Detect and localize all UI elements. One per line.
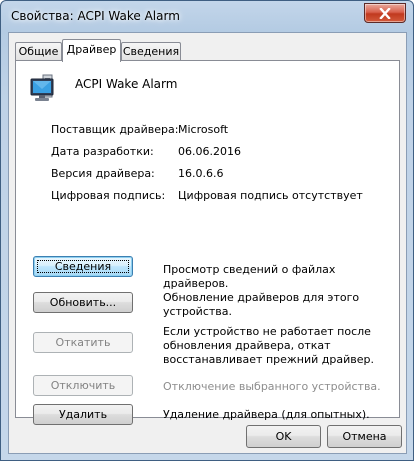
dialog-client-area: Общие Драйвер Сведения ACPI Wake Alarm П…	[8, 32, 407, 454]
disable-button-label: Отключить	[50, 379, 116, 392]
tab-details-label: Сведения	[122, 45, 180, 58]
driver-tab-panel: ACPI Wake Alarm Поставщик драйвера: Micr…	[15, 60, 400, 425]
uninstall-button[interactable]: Удалить	[33, 404, 133, 425]
version-label: Версия драйвера:	[51, 167, 155, 180]
close-icon	[379, 7, 391, 19]
provider-value: Microsoft	[178, 123, 229, 136]
signature-label: Цифровая подпись:	[51, 189, 166, 202]
focus-ring	[37, 260, 129, 273]
date-label: Дата разработки:	[51, 145, 154, 158]
roll-back-button[interactable]: Откатить	[33, 332, 133, 353]
ok-button-label: OK	[275, 430, 292, 443]
cancel-button-label: Отмена	[342, 430, 387, 443]
disable-button[interactable]: Отключить	[33, 375, 133, 396]
roll-back-description: Если устройство не работает после обновл…	[163, 325, 374, 366]
tab-driver-label: Драйвер	[66, 43, 117, 56]
cancel-button[interactable]: Отмена	[327, 425, 402, 448]
tab-general[interactable]: Общие	[15, 42, 62, 60]
properties-window: Свойства: ACPI Wake Alarm Общие Драйвер …	[0, 0, 414, 461]
details-description: Просмотр сведений о файлах драйверов.	[163, 263, 336, 290]
device-name: ACPI Wake Alarm	[75, 77, 178, 91]
update-driver-button-label: Обновить...	[49, 296, 117, 309]
update-driver-button[interactable]: Обновить...	[33, 292, 133, 313]
version-value: 16.0.6.6	[178, 167, 224, 180]
monitor-computer-icon	[30, 74, 54, 101]
date-value: 06.06.2016	[178, 145, 241, 158]
tab-general-label: Общие	[18, 45, 59, 58]
uninstall-description: Удаление драйвера (для опытных).	[163, 408, 370, 421]
close-button[interactable]	[364, 3, 406, 23]
window-title: Свойства: ACPI Wake Alarm	[11, 9, 180, 23]
provider-label: Поставщик драйвера:	[51, 123, 179, 136]
title-bar[interactable]: Свойства: ACPI Wake Alarm	[1, 1, 413, 31]
ok-button[interactable]: OK	[246, 425, 321, 448]
roll-back-button-label: Откатить	[55, 336, 111, 349]
details-button[interactable]: Сведения	[33, 256, 133, 277]
signature-value: Цифровая подпись отсутствует	[178, 189, 363, 202]
tab-details[interactable]: Сведения	[121, 42, 181, 60]
disable-description: Отключение выбранного устройства.	[163, 380, 381, 393]
uninstall-button-label: Удалить	[58, 408, 108, 421]
tab-driver[interactable]: Драйвер	[62, 39, 121, 62]
update-driver-description: Обновление драйверов для этого устройств…	[163, 291, 360, 318]
